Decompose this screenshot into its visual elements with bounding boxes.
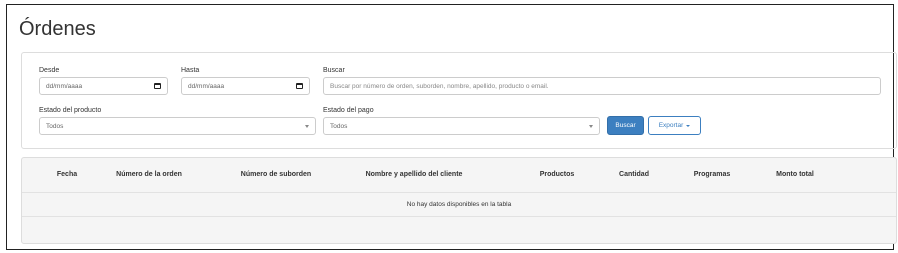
calendar-icon[interactable]: [154, 83, 161, 89]
hasta-date-value: dd/mm/aaaa: [188, 82, 225, 90]
column-header-programas[interactable]: Programas: [694, 171, 731, 178]
buscar-label: Buscar: [323, 67, 345, 74]
empty-table-message: No hay datos disponibles en la tabla: [406, 201, 512, 208]
chevron-down-icon: [305, 124, 309, 128]
filter-panel: Desde dd/mm/aaaa Hasta dd/mm/aaaa Buscar…: [21, 52, 897, 149]
estado-producto-label: Estado del producto: [39, 107, 102, 114]
estado-producto-select[interactable]: Todos: [39, 117, 316, 135]
table-header: Fecha Número de la orden Número de subor…: [22, 158, 896, 193]
column-header-numero-suborden[interactable]: Número de suborden: [241, 171, 311, 178]
hasta-label: Hasta: [181, 67, 200, 74]
search-placeholder: Buscar por número de orden, suborden, no…: [330, 82, 549, 90]
exportar-button[interactable]: Exportar: [648, 116, 701, 135]
column-header-monto-total[interactable]: Monto total: [776, 171, 814, 178]
estado-pago-value: Todos: [330, 122, 348, 130]
desde-date-value: dd/mm/aaaa: [46, 82, 83, 90]
estado-producto-value: Todos: [46, 122, 64, 130]
app-frame: Órdenes Desde dd/mm/aaaa Hasta dd/mm/aaa…: [6, 4, 897, 250]
page-title: Órdenes: [19, 18, 96, 40]
exportar-label: Exportar: [658, 122, 684, 129]
table-empty-row: No hay datos disponibles en la tabla: [22, 193, 896, 217]
desde-date-input[interactable]: dd/mm/aaaa: [39, 77, 168, 95]
hasta-date-input[interactable]: dd/mm/aaaa: [181, 77, 310, 95]
estado-pago-label: Estado del pago: [323, 107, 374, 114]
desde-label: Desde: [39, 67, 60, 74]
buscar-button[interactable]: Buscar: [607, 116, 644, 135]
column-header-fecha[interactable]: Fecha: [57, 171, 77, 178]
column-header-numero-orden[interactable]: Número de la orden: [116, 171, 182, 178]
column-header-cantidad[interactable]: Cantidad: [619, 171, 649, 178]
chevron-down-icon: [686, 124, 691, 127]
search-input[interactable]: Buscar por número de orden, suborden, no…: [323, 77, 881, 95]
column-header-productos[interactable]: Productos: [540, 171, 575, 178]
chevron-down-icon: [589, 124, 593, 128]
calendar-icon[interactable]: [296, 83, 303, 89]
column-header-cliente[interactable]: Nombre y apellido del cliente: [366, 171, 463, 178]
estado-pago-select[interactable]: Todos: [323, 117, 600, 135]
orders-table: Fecha Número de la orden Número de subor…: [21, 157, 897, 244]
